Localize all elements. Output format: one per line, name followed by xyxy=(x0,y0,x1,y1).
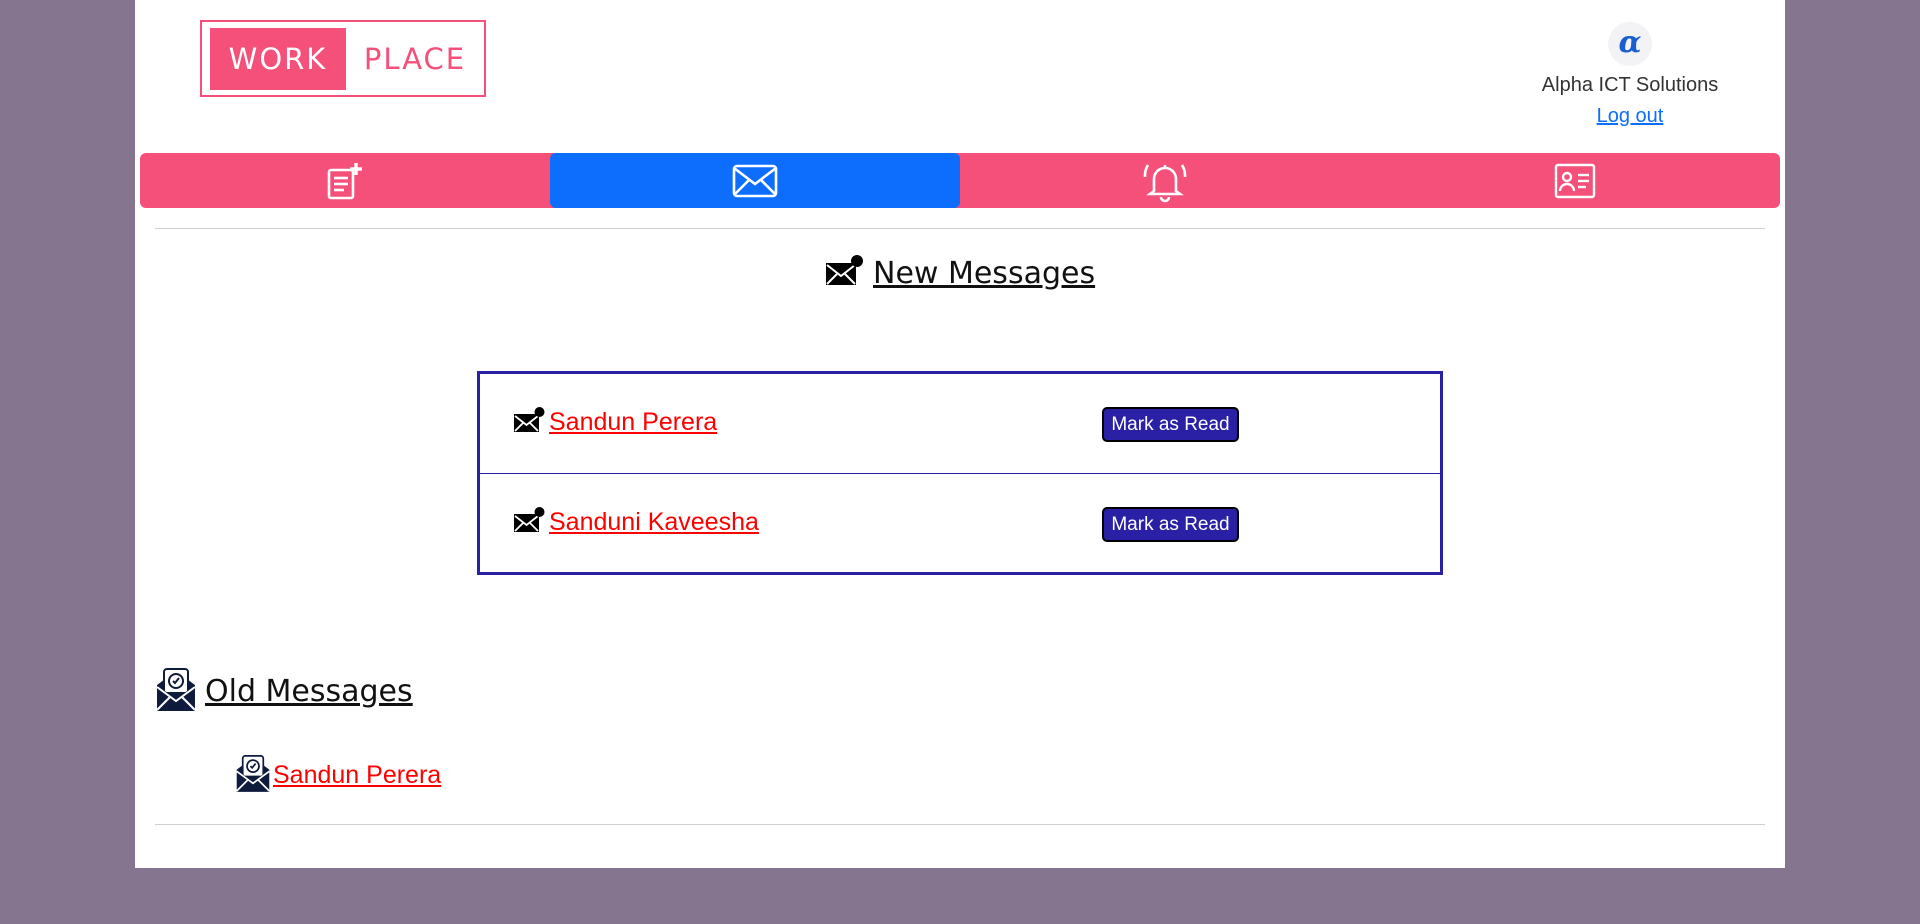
nav-profile[interactable] xyxy=(1370,153,1780,208)
old-message-sender-link[interactable]: Sandun Perera xyxy=(235,752,441,798)
envelope-icon xyxy=(732,164,778,198)
sender-name: Sandun Perera xyxy=(273,760,442,789)
logout-link[interactable]: Log out xyxy=(1597,105,1664,128)
old-messages-title: Old Messages xyxy=(205,673,413,709)
new-mail-icon xyxy=(825,254,863,292)
mark-as-read-button[interactable]: Mark as Read xyxy=(1102,507,1239,542)
old-messages-heading: Old Messages xyxy=(155,665,413,717)
new-messages-title: New Messages xyxy=(873,255,1096,291)
contact-card-icon xyxy=(1554,163,1596,199)
mark-as-read-button[interactable]: Mark as Read xyxy=(1102,407,1239,442)
sender-name: Sandun Perera xyxy=(549,407,718,436)
logo-work-text: WORK xyxy=(210,28,346,90)
new-mail-icon xyxy=(513,406,545,438)
new-messages-table: Sandun Perera Mark as Read Sanduni Kavee… xyxy=(477,371,1443,575)
page-container: WORK PLACE α Alpha ICT Solutions Log out xyxy=(135,0,1785,868)
company-block: α Alpha ICT Solutions Log out xyxy=(1505,22,1755,128)
message-sender-link[interactable]: Sanduni Kaveesha xyxy=(513,506,759,538)
divider-top xyxy=(155,228,1765,229)
nav-add-post[interactable] xyxy=(140,153,550,208)
new-messages-heading: New Messages xyxy=(825,254,1095,292)
company-name: Alpha ICT Solutions xyxy=(1541,74,1719,96)
divider-bottom xyxy=(155,824,1765,825)
new-mail-icon xyxy=(513,506,545,538)
bell-icon xyxy=(1142,159,1188,203)
nav-messages[interactable] xyxy=(550,153,960,208)
read-mail-icon xyxy=(155,665,197,717)
message-sender-link[interactable]: Sandun Perera xyxy=(513,406,717,438)
read-mail-icon xyxy=(235,752,271,798)
logo-place-text: PLACE xyxy=(363,42,467,76)
nav-notifications[interactable] xyxy=(960,153,1370,208)
table-row: Sandun Perera Mark as Read xyxy=(480,374,1440,474)
add-post-icon xyxy=(326,161,364,201)
sender-name: Sanduni Kaveesha xyxy=(549,507,759,536)
workplace-logo[interactable]: WORK PLACE xyxy=(200,20,486,97)
company-logo-icon: α xyxy=(1608,22,1652,66)
main-nav xyxy=(140,153,1780,208)
table-row: Sanduni Kaveesha Mark as Read xyxy=(480,474,1440,573)
